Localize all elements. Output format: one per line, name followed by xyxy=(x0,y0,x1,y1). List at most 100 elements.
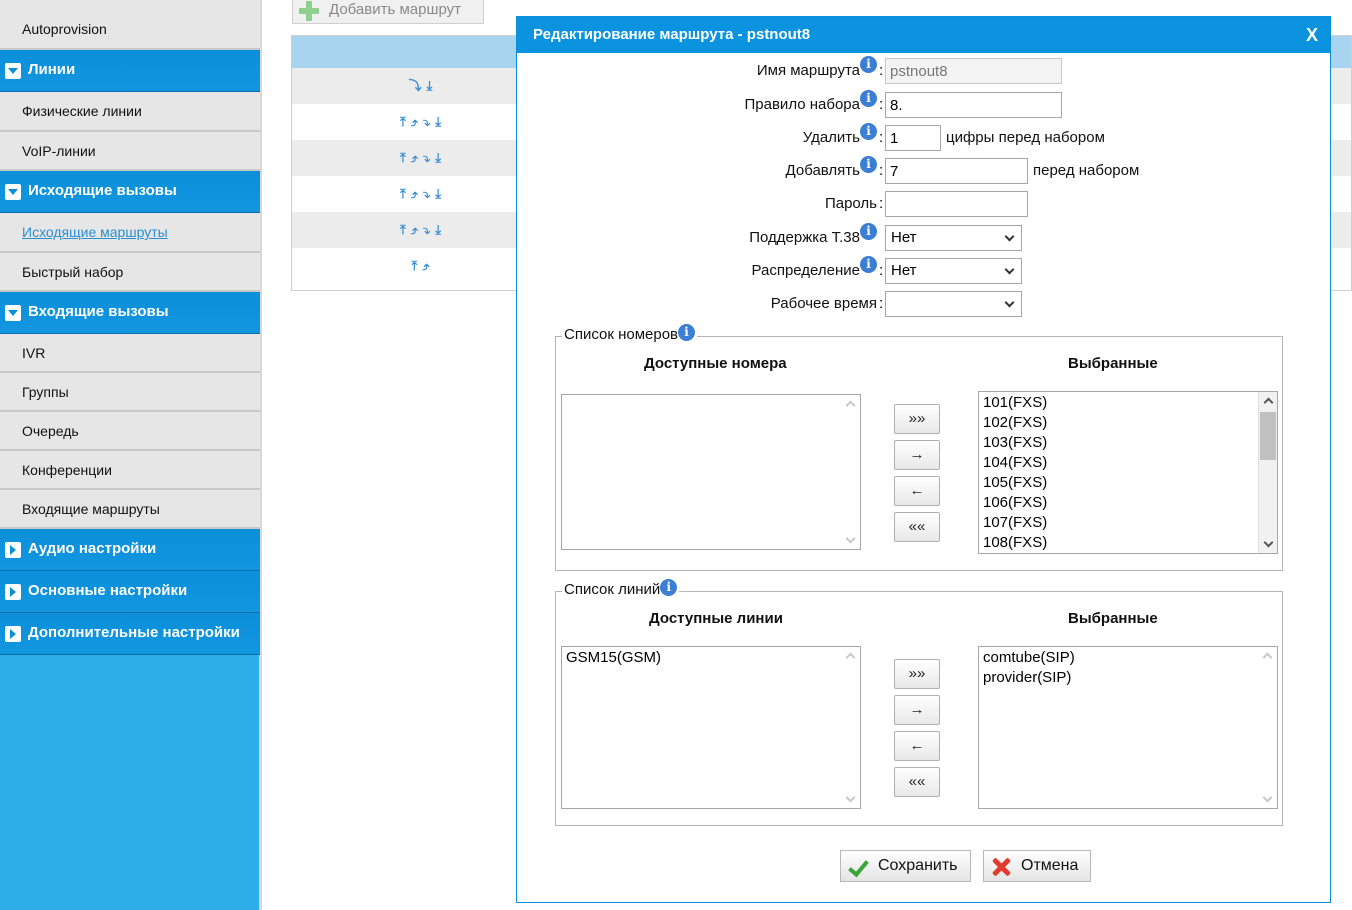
scrollbar[interactable] xyxy=(841,647,860,808)
info-icon[interactable]: i xyxy=(860,56,877,73)
prepend-label: Добавлять i xyxy=(786,156,877,184)
list-item[interactable]: 101(FXS) xyxy=(983,393,1273,413)
sidebar-item-groups[interactable]: Группы xyxy=(0,373,260,412)
sidebar-item-speed-dial[interactable]: Быстрый набор xyxy=(0,253,260,292)
add-all-numbers-button[interactable]: »» xyxy=(894,404,940,434)
prepend-input[interactable] xyxy=(885,158,1028,184)
route-name-label: Имя маршрута i xyxy=(757,56,877,84)
selected-numbers-list[interactable]: 101(FXS) 102(FXS) 103(FXS) 104(FXS) 105(… xyxy=(978,391,1278,554)
info-icon[interactable]: i xyxy=(860,123,877,140)
list-item[interactable]: 105(FXS) xyxy=(983,473,1273,493)
list-item[interactable]: provider(SIP) xyxy=(983,668,1273,688)
reorder-icons[interactable]: ⤒⤴⤵⤓ xyxy=(368,176,478,212)
colon: : xyxy=(879,162,884,179)
scroll-up-icon xyxy=(845,400,856,411)
checkmark-icon xyxy=(847,856,869,878)
reorder-icons[interactable]: ⤒⤴ xyxy=(368,248,478,284)
info-icon[interactable]: i xyxy=(860,156,877,173)
info-icon[interactable]: i xyxy=(660,579,678,596)
dial-rule-label: Правило набора i xyxy=(745,90,877,118)
scroll-down-icon xyxy=(1262,792,1273,803)
remove-all-numbers-button[interactable]: «« xyxy=(894,512,940,542)
selected-numbers-title: Выбранные xyxy=(1068,355,1158,372)
sidebar-item-conferences[interactable]: Конференции xyxy=(0,451,260,490)
sidebar-item-physical-lines[interactable]: Физические линии xyxy=(0,92,260,132)
sidebar-item-ivr[interactable]: IVR xyxy=(0,334,260,373)
available-lines-list[interactable]: GSM15(GSM) xyxy=(561,646,861,809)
sidebar-section-outgoing[interactable]: Исходящие вызовы xyxy=(0,171,260,213)
colon: : xyxy=(879,96,884,113)
password-input[interactable] xyxy=(885,191,1028,217)
list-item[interactable]: 103(FXS) xyxy=(983,433,1273,453)
add-all-lines-button[interactable]: »» xyxy=(894,659,940,689)
list-item[interactable]: GSM15(GSM) xyxy=(566,648,856,668)
dialog-titlebar[interactable]: Редактирование маршрута - pstnout8 X xyxy=(517,17,1330,53)
sidebar-section-basic[interactable]: Основные настройки xyxy=(0,571,260,613)
add-route-button[interactable]: Добавить маршрут xyxy=(292,0,484,24)
sidebar-section-lines[interactable]: Линии xyxy=(0,50,260,92)
cancel-button[interactable]: Отмена xyxy=(983,850,1091,882)
dial-rule-input[interactable] xyxy=(885,92,1062,118)
sidebar-item-outgoing-routes[interactable]: Исходящие маршруты xyxy=(0,213,260,253)
selected-lines-list[interactable]: comtube(SIP) provider(SIP) xyxy=(978,646,1278,809)
info-icon[interactable]: i xyxy=(860,90,877,107)
t38-row: Поддержка T.38 i Нет xyxy=(517,223,1332,251)
save-button[interactable]: Сохранить xyxy=(840,850,971,882)
info-icon[interactable]: i xyxy=(678,324,696,341)
list-item[interactable]: 102(FXS) xyxy=(983,413,1273,433)
remove-number-button[interactable]: ← xyxy=(894,476,940,506)
remove-all-lines-button[interactable]: «« xyxy=(894,767,940,797)
scroll-thumb[interactable] xyxy=(1260,412,1276,460)
scrollbar[interactable] xyxy=(1258,647,1277,808)
reorder-icons[interactable]: ⤵⤓ xyxy=(368,68,478,104)
info-icon[interactable]: i xyxy=(860,256,877,273)
t38-select[interactable]: Нет xyxy=(885,225,1022,251)
work-time-select[interactable] xyxy=(885,291,1022,317)
sidebar-item-queue[interactable]: Очередь xyxy=(0,412,260,451)
password-row: Пароль : xyxy=(517,191,1332,217)
chevron-down-icon xyxy=(1004,231,1015,242)
strip-suffix: цифры перед набором xyxy=(946,129,1105,146)
list-item[interactable]: 106(FXS) xyxy=(983,493,1273,513)
lines-legend: Список линий i xyxy=(562,579,680,598)
collapse-icon xyxy=(5,305,21,321)
list-item[interactable]: 107(FXS) xyxy=(983,513,1273,533)
sidebar-section-audio[interactable]: Аудио настройки xyxy=(0,529,260,571)
sidebar-item-incoming-routes[interactable]: Входящие маршруты xyxy=(0,490,260,529)
add-number-button[interactable]: → xyxy=(894,440,940,470)
scrollbar[interactable] xyxy=(841,395,860,549)
colon: : xyxy=(879,195,884,212)
reorder-icons[interactable]: ⤒⤴⤵⤓ xyxy=(368,212,478,248)
lines-fieldset: Список линий i Доступные линии Выбранные … xyxy=(555,579,1283,826)
colon: : xyxy=(879,295,884,312)
list-item[interactable]: 108(FXS) xyxy=(983,533,1273,553)
sidebar-item-voip-lines[interactable]: VoIP-линии xyxy=(0,132,260,171)
scroll-down-icon xyxy=(845,533,856,544)
work-time-label: Рабочее время xyxy=(770,295,877,312)
colon: : xyxy=(879,129,884,146)
close-button[interactable]: X xyxy=(1306,17,1318,53)
distribution-select[interactable]: Нет xyxy=(885,258,1022,284)
collapse-icon xyxy=(5,63,21,79)
sidebar-section-incoming[interactable]: Входящие вызовы xyxy=(0,292,260,334)
colon: : xyxy=(879,262,884,279)
colon: : xyxy=(879,62,884,79)
reorder-icons[interactable]: ⤒⤴⤵⤓ xyxy=(368,104,478,140)
available-numbers-title: Доступные номера xyxy=(644,355,787,372)
sidebar-section-advanced[interactable]: Дополнительные настройки xyxy=(0,613,260,655)
reorder-icons[interactable]: ⤒⤴⤵⤓ xyxy=(368,140,478,176)
scrollbar[interactable] xyxy=(1258,392,1277,553)
plus-icon xyxy=(299,1,319,21)
list-item[interactable]: 104(FXS) xyxy=(983,453,1273,473)
sidebar-item-autoprovision[interactable]: Autoprovision xyxy=(0,0,260,50)
remove-line-button[interactable]: ← xyxy=(894,731,940,761)
list-item[interactable]: comtube(SIP) xyxy=(983,648,1273,668)
dialog-title: Редактирование маршрута - pstnout8 xyxy=(533,26,811,43)
add-line-button[interactable]: → xyxy=(894,695,940,725)
strip-digits-input[interactable] xyxy=(885,125,941,151)
work-time-row: Рабочее время : xyxy=(517,291,1332,317)
route-name-input[interactable] xyxy=(885,58,1062,84)
info-icon[interactable]: i xyxy=(860,223,877,240)
available-numbers-list[interactable] xyxy=(561,394,861,550)
scroll-up-icon xyxy=(1262,652,1273,663)
